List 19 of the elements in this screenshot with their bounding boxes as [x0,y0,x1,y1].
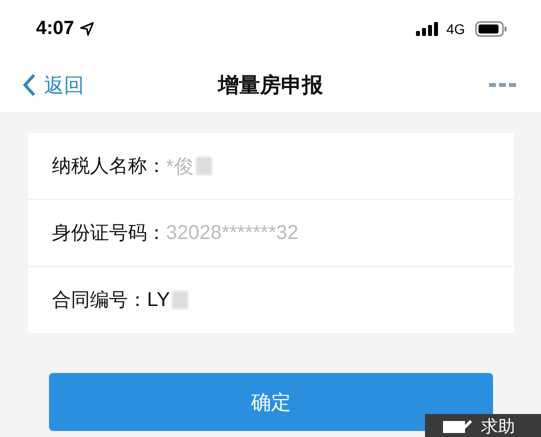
field-value: LY [147,288,170,312]
edit-icon [443,419,473,433]
field-label: 纳税人名称： [52,154,166,179]
field-label: 合同编号： [52,288,147,313]
back-button[interactable]: 返回 [22,72,84,98]
page-title: 增量房申报 [218,72,323,99]
signal-icon [416,22,440,36]
field-label: 身份证号码： [52,221,166,246]
field-value: *俊 [166,154,194,180]
more-icon[interactable] [489,82,517,88]
battery-icon [475,21,507,37]
location-arrow-icon [80,22,94,36]
chevron-left-icon [22,73,36,97]
help-button[interactable]: 求助 [425,414,541,437]
network-label: 4G [446,21,465,37]
field-value: 32028*******32 [166,222,298,244]
redacted-block [196,157,212,175]
redacted-block [172,291,188,309]
status-time: 4:07 [36,18,74,40]
